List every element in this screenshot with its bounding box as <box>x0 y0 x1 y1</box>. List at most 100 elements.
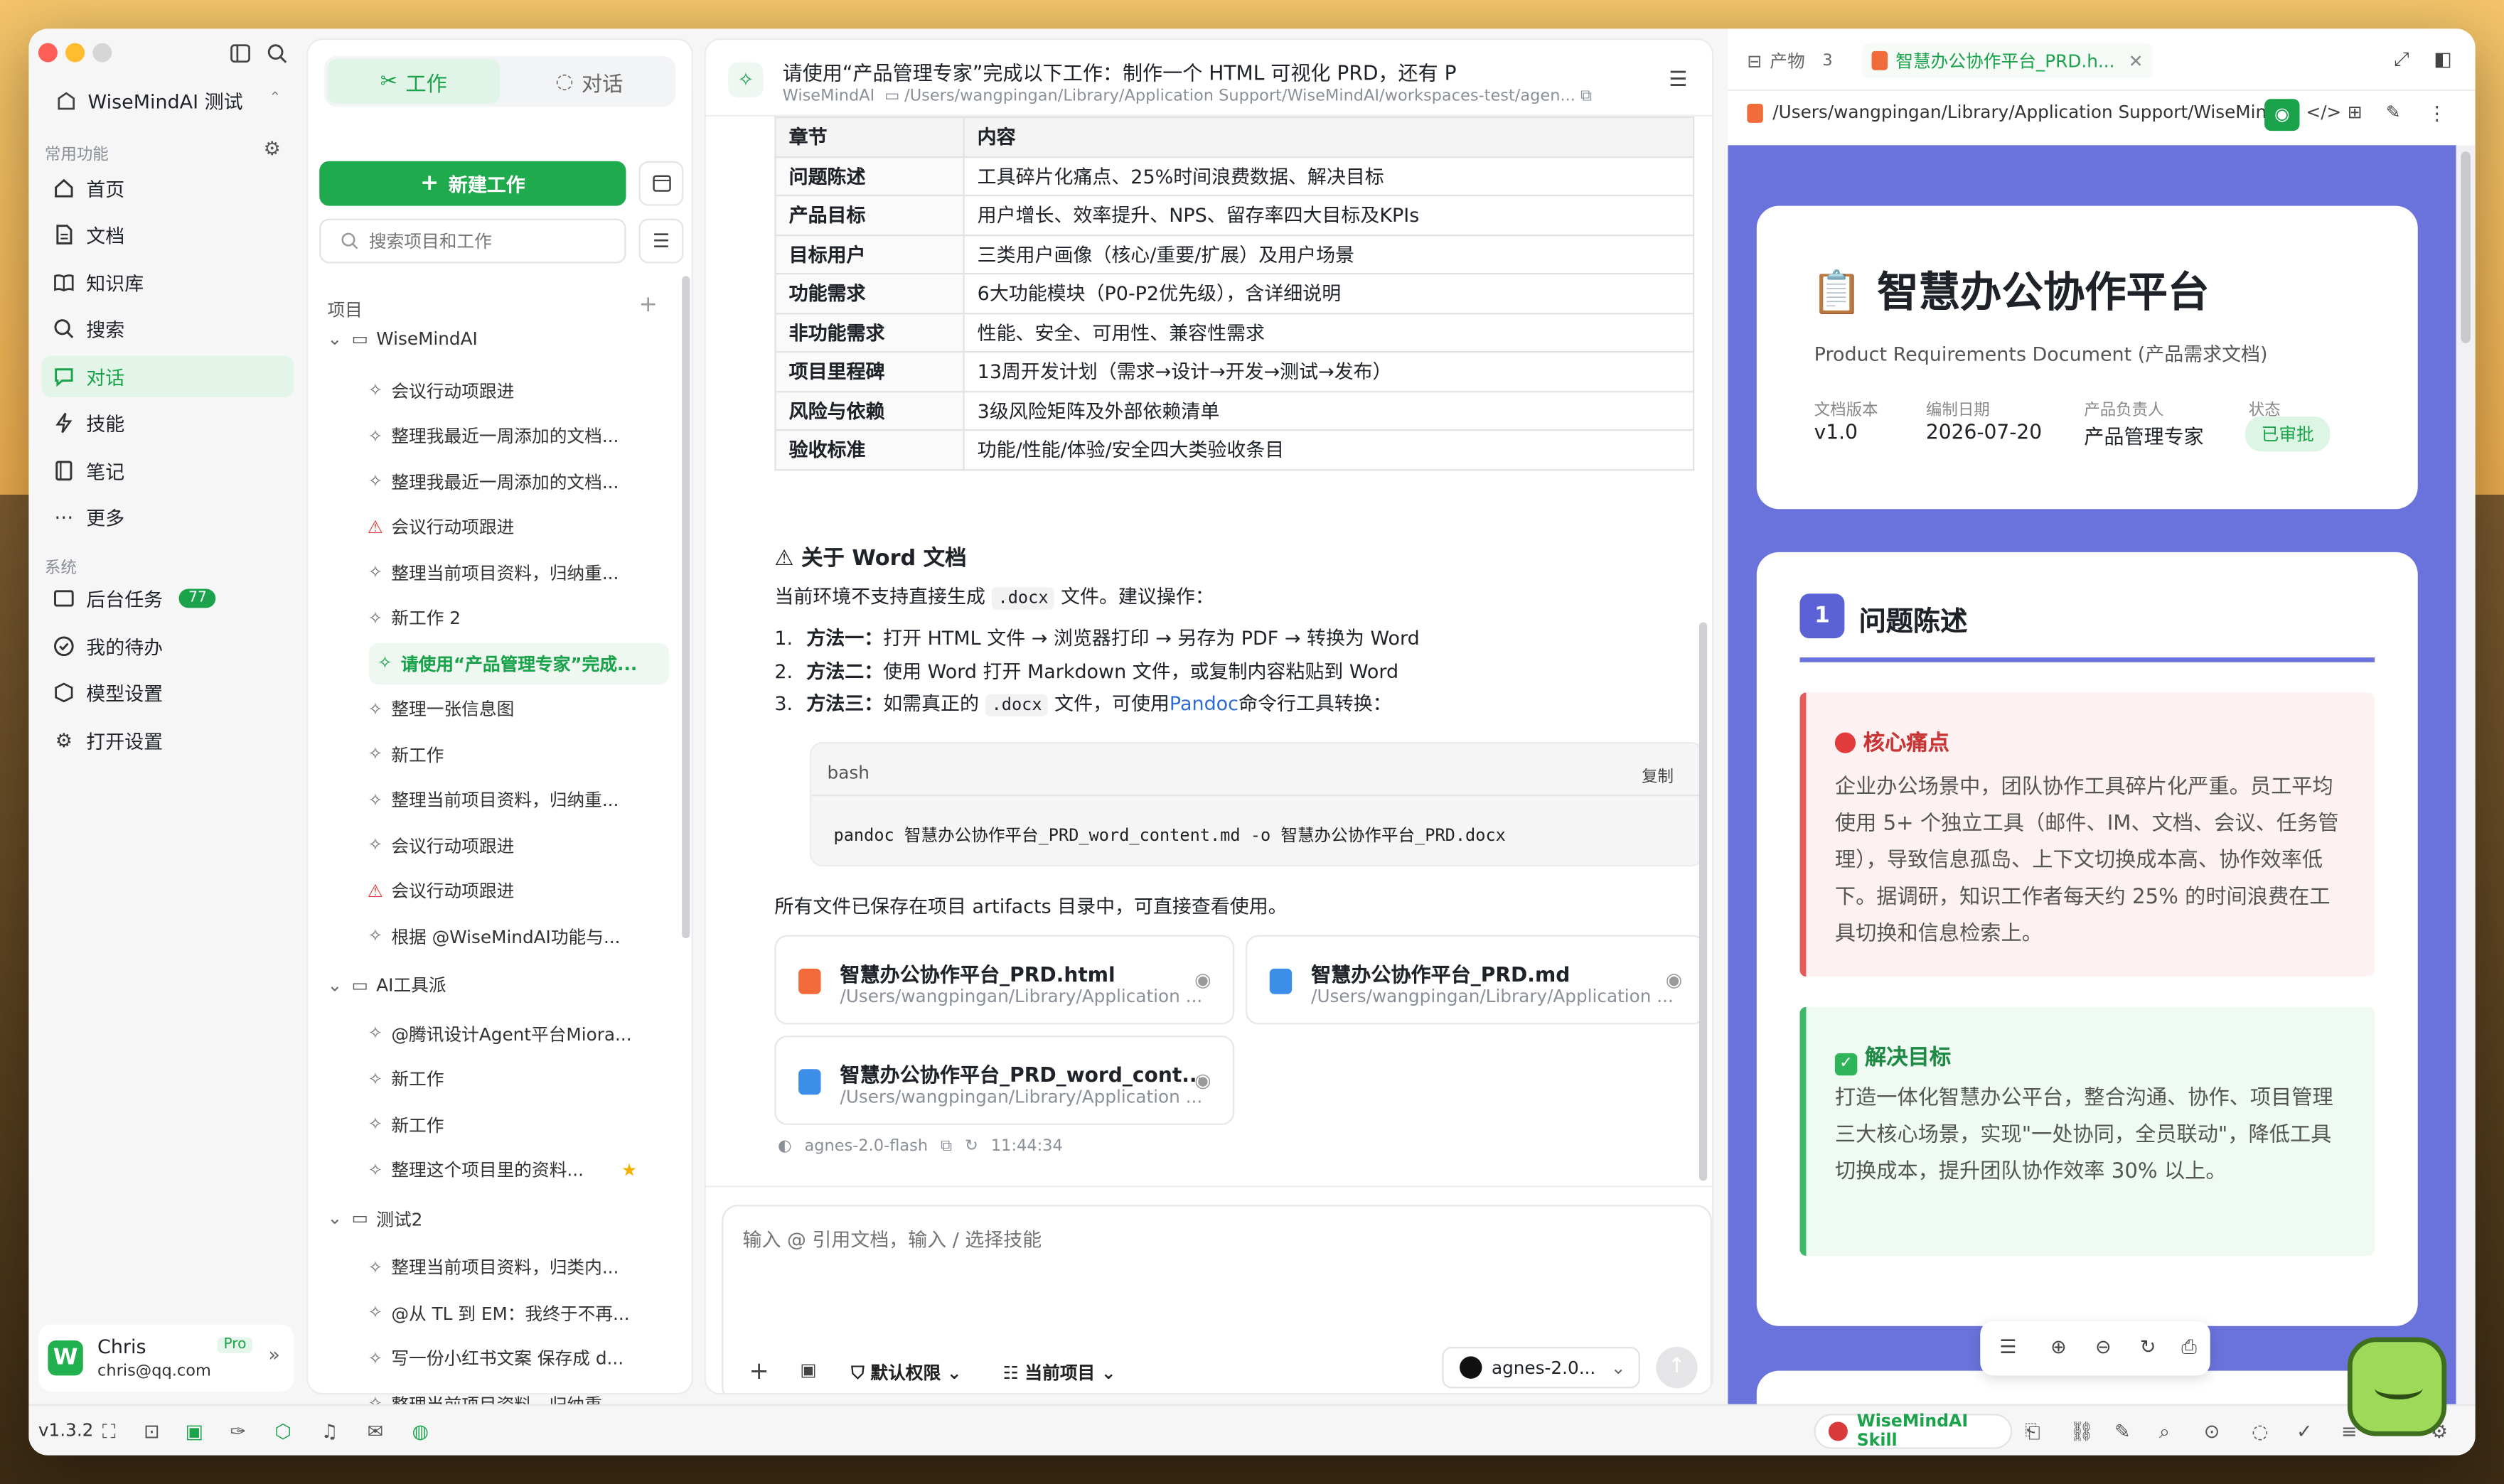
work-item[interactable]: ✧ 新工作 <box>365 1058 663 1099</box>
nav-model-settings[interactable]: 模型设置 <box>41 672 294 713</box>
nav-notes[interactable]: 笔记 <box>41 450 294 491</box>
nav-docs[interactable]: 文档 <box>41 214 294 255</box>
work-item[interactable]: ⚠ 会议行动项跟进 <box>365 506 663 547</box>
tab-chat[interactable]: ◌ 对话 <box>506 59 673 104</box>
nav-background-tasks[interactable]: 后台任务 77 <box>41 578 294 619</box>
megaphone-icon[interactable]: ✉ <box>368 1420 390 1442</box>
refresh-icon[interactable]: ↻ <box>965 1138 978 1156</box>
work-item[interactable]: ✧ 整理当前项目资料，归纳重... <box>365 779 663 820</box>
feather-icon[interactable]: ✑ <box>230 1420 252 1442</box>
tab-prd-html[interactable]: 智慧办公协作平台_PRD.h... ✕ <box>1862 43 2153 79</box>
toc-icon[interactable]: ☰ <box>1999 1335 2016 1357</box>
preview-scrollbar[interactable] <box>2456 145 2476 1404</box>
work-item[interactable]: ✧ 整理当前项目资料，归类内... <box>365 1247 663 1288</box>
zoom-window-button[interactable] <box>92 43 112 63</box>
send-button[interactable]: ↑ <box>1656 1346 1698 1389</box>
search-icon[interactable] <box>265 41 287 63</box>
file-card-word-md[interactable]: 智慧办公协作平台_PRD_word_cont.../Users/wangping… <box>774 1036 1235 1125</box>
eye-icon[interactable]: ◉ <box>1666 969 1688 991</box>
preview-mode-button[interactable]: ◉ <box>2264 99 2300 131</box>
work-item[interactable]: ✧ 会议行动项跟进 <box>365 370 663 411</box>
chat-bubble-icon[interactable]: ◌ <box>2252 1420 2274 1442</box>
fullscreen-icon[interactable]: ⛶ <box>102 1420 124 1442</box>
project-selector[interactable]: ☷ 当前项目 ⌄ <box>1003 1360 1116 1385</box>
user-card[interactable]: W Chris chris@qq.com Pro » <box>38 1324 294 1392</box>
tab-work[interactable]: ✂ 工作 <box>327 59 501 104</box>
permission-selector[interactable]: ⛉ 默认权限 ⌄ <box>851 1360 961 1385</box>
tab-artifacts[interactable]: ⊟ 产物 3 <box>1747 48 1832 73</box>
search-icon[interactable]: ⌕ <box>2159 1420 2181 1442</box>
nav-knowledge[interactable]: 知识库 <box>41 262 294 303</box>
link-icon[interactable]: ⛓ <box>2070 1420 2094 1442</box>
project-group[interactable]: ⌄ ▭ 测试2 <box>327 1205 422 1231</box>
code-view-button[interactable]: </> <box>2306 102 2342 123</box>
work-item[interactable]: ✧ @腾讯设计Agent平台Miora... <box>365 1013 663 1054</box>
work-item[interactable]: ✧ 整理我最近一周添加的文档... <box>365 461 663 502</box>
close-window-button[interactable] <box>38 43 58 63</box>
calendar-button[interactable] <box>638 161 684 206</box>
close-icon[interactable]: ✕ <box>2129 50 2144 71</box>
palette-icon[interactable]: ◍ <box>412 1420 434 1442</box>
work-item[interactable]: ✧ 新工作 2 <box>365 597 663 638</box>
work-item[interactable]: ✧ 请使用“产品管理专家”完成... <box>368 642 670 684</box>
chevron-right-icon[interactable]: » <box>268 1343 279 1365</box>
search-input[interactable] <box>368 228 609 254</box>
zoom-in-icon[interactable]: ⊕ <box>2050 1335 2067 1357</box>
nav-chat[interactable]: 对话 <box>41 355 294 398</box>
workspace-selector[interactable]: WiseMindAI 测试 ⌃ <box>41 80 294 121</box>
nav-more[interactable]: ⋯ 更多 <box>41 496 294 537</box>
work-item[interactable]: ✧ 整理我最近一周添加的文档... <box>365 415 663 456</box>
sidebar-toggle-icon[interactable] <box>228 41 250 63</box>
folder-button[interactable]: ⊞ <box>2348 102 2363 123</box>
skill-button[interactable]: WiseMindAI Skill <box>1814 1412 2013 1451</box>
add-project-button[interactable]: + <box>638 292 657 318</box>
work-item[interactable]: ✧ 整理一张信息图 <box>365 688 663 729</box>
new-work-button[interactable]: + 新建工作 <box>319 161 626 206</box>
gear-icon[interactable]: ⚙ <box>264 137 281 159</box>
model-selector[interactable]: agnes-2.0... ⌄ <box>1442 1346 1640 1389</box>
nav-todo[interactable]: 我的待办 <box>41 625 294 667</box>
more-button[interactable]: ⋮ <box>2427 102 2446 124</box>
work-item[interactable]: ✧ 根据 @WiseMindAI功能与... <box>365 915 663 957</box>
nav-open-settings[interactable]: ⚙ 打开设置 <box>41 720 294 761</box>
layout-icon[interactable]: ⊡ <box>144 1420 166 1442</box>
work-item[interactable]: ✧ 整理这个项目里的资料... ★ <box>365 1149 663 1190</box>
zoom-icon[interactable]: ⊙ <box>2204 1420 2226 1442</box>
nav-home[interactable]: 首页 <box>41 168 294 209</box>
copy-button[interactable]: 复制 <box>1642 763 1674 787</box>
cube-icon[interactable]: ⬡ <box>274 1420 296 1442</box>
file-icon[interactable]: ⎗ <box>2025 1420 2047 1442</box>
edit-icon[interactable]: ✎ <box>2114 1420 2136 1442</box>
terminal-icon[interactable]: ▣ <box>186 1420 208 1442</box>
project-group[interactable]: ⌄ ▭ AI工具派 <box>327 972 446 997</box>
edit-button[interactable]: ✎ <box>2386 102 2401 123</box>
copy-icon[interactable]: ⧉ <box>941 1138 952 1156</box>
nav-skills[interactable]: 技能 <box>41 402 294 443</box>
zoom-out-icon[interactable]: ⊖ <box>2095 1335 2112 1357</box>
file-card-html[interactable]: 智慧办公协作平台_PRD.html/Users/wangpingan/Libra… <box>774 935 1235 1025</box>
chat-input[interactable] <box>742 1225 1685 1306</box>
bell-icon[interactable]: ♫ <box>321 1420 343 1442</box>
expand-icon[interactable]: ⤢ <box>2394 48 2409 72</box>
settings-sliders-button[interactable]: ☰ <box>1669 69 1687 93</box>
file-card-md[interactable]: 智慧办公协作平台_PRD.md/Users/wangpingan/Library… <box>1246 935 1706 1025</box>
terminal-button[interactable]: ▣ <box>800 1360 816 1380</box>
eye-icon[interactable]: ◉ <box>1194 1069 1216 1091</box>
filter-button[interactable]: ☰ <box>638 218 684 264</box>
work-item[interactable]: ✧ 新工作 <box>365 733 663 775</box>
reset-icon[interactable]: ↻ <box>2140 1335 2156 1357</box>
nav-search[interactable]: 搜索 <box>41 308 294 349</box>
work-item[interactable]: ✧ 写一份小红书文案 保存成 d... <box>365 1337 663 1378</box>
check-circle-icon[interactable]: ✓ <box>2296 1420 2318 1442</box>
work-item[interactable]: ✧ 新工作 <box>365 1104 663 1145</box>
project-group[interactable]: ⌄ ▭ WiseMindAI <box>327 329 477 350</box>
tree-scrollbar[interactable] <box>682 276 690 939</box>
panel-toggle-icon[interactable]: ◧ <box>2434 48 2451 70</box>
work-item[interactable]: ✧ 整理当前项目资料，归纳重... <box>365 552 663 593</box>
chat-scrollbar[interactable] <box>1698 622 1708 1181</box>
work-item[interactable]: ✧ @从 TL 到 EM：我终于不再... <box>365 1291 663 1333</box>
minimize-window-button[interactable] <box>65 43 85 63</box>
mascot-image[interactable] <box>2347 1337 2447 1436</box>
work-item[interactable]: ⚠ 会议行动项跟进 <box>365 870 663 911</box>
add-attachment-button[interactable]: + <box>749 1356 769 1384</box>
